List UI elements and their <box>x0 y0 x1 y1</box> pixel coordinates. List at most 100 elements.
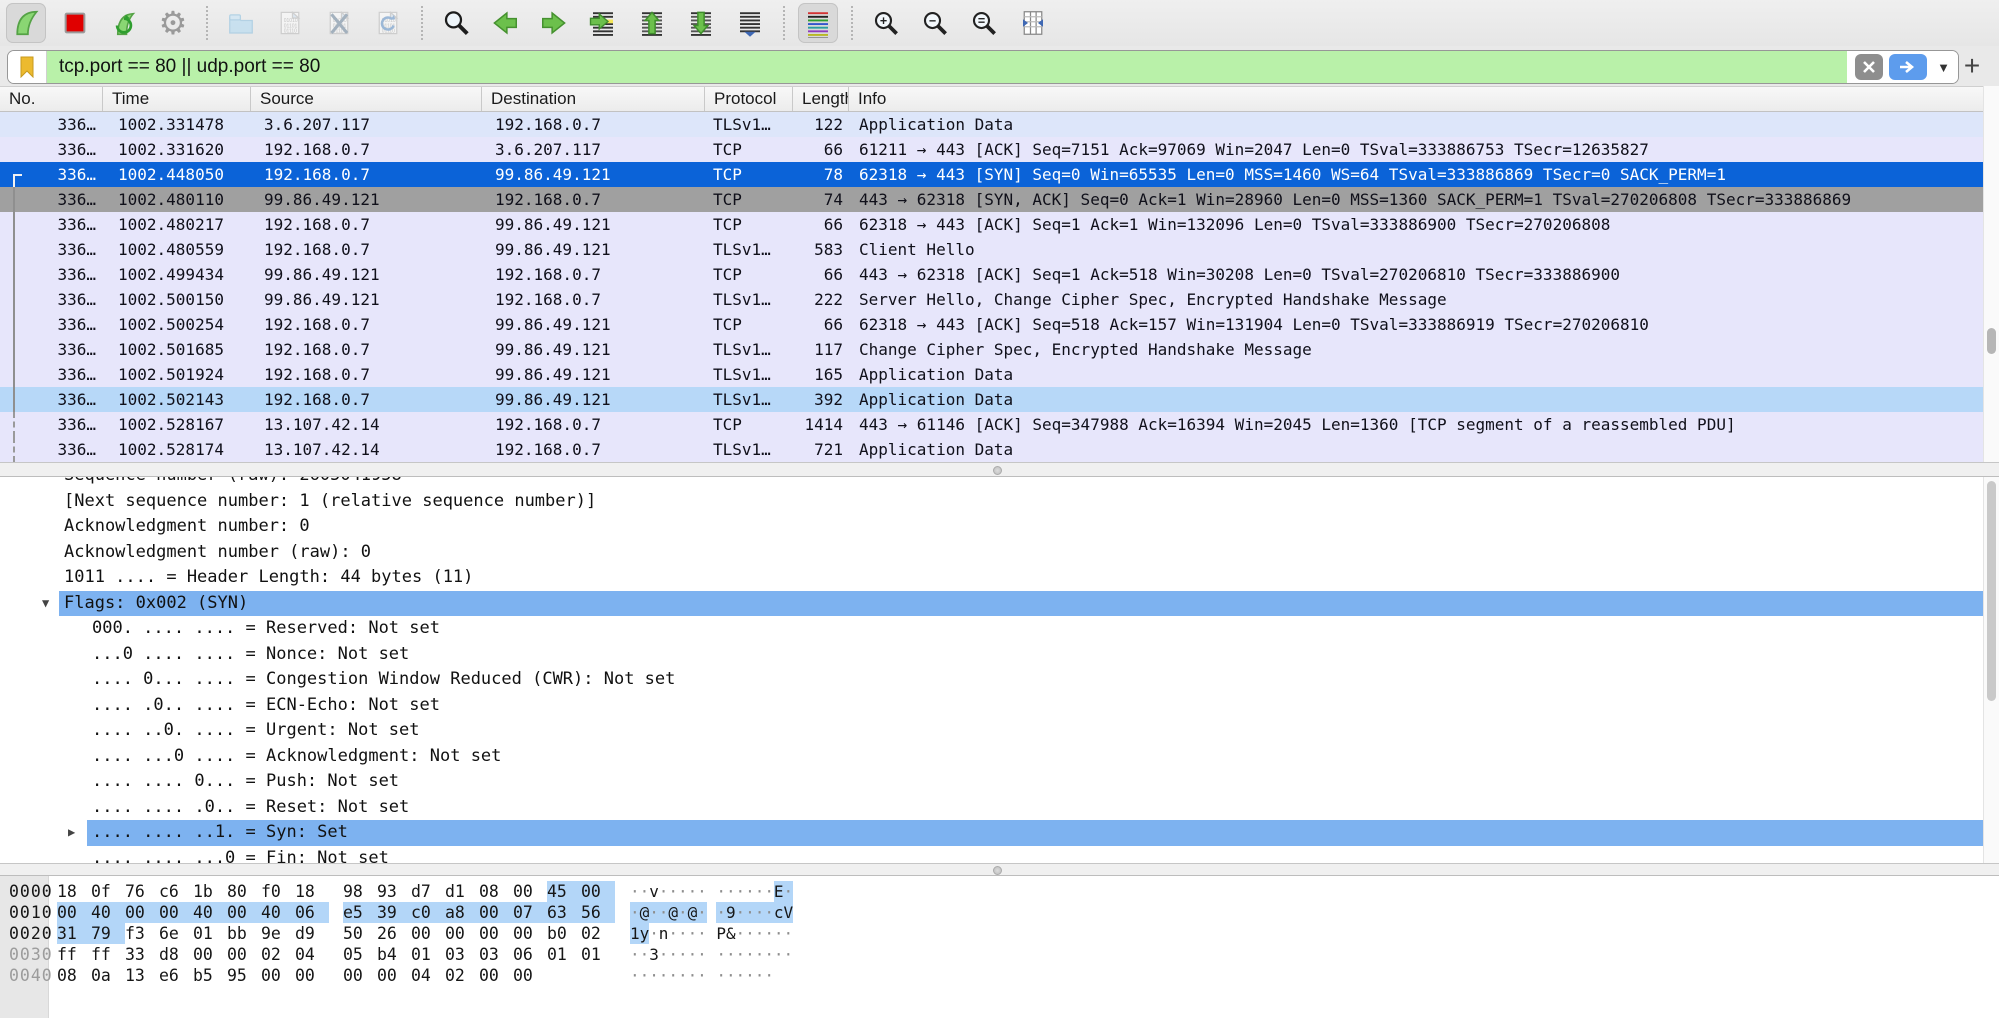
detail-row[interactable]: 000. .... .... = Reserved: Not set <box>0 616 1999 642</box>
stop-capture-icon <box>60 8 90 38</box>
detail-row[interactable]: Acknowledgment number (raw): 0 <box>0 540 1999 566</box>
detail-row[interactable]: 1011 .... = Header Length: 44 bytes (11) <box>0 565 1999 591</box>
zoom-in-button[interactable]: + <box>866 3 906 43</box>
hex-bytes[interactable]: 080a13e6b5950000 000004020000 <box>57 965 547 986</box>
filter-add-button[interactable]: + <box>1957 48 1987 84</box>
resize-columns-button[interactable] <box>1013 3 1053 43</box>
packet-cell: Server Hello, Change Cipher Spec, Encryp… <box>849 287 1999 312</box>
filter-bookmark-button[interactable] <box>8 51 47 83</box>
packet-row[interactable]: 336…1002.48011099.86.49.121192.168.0.7TC… <box>0 187 1999 212</box>
display-filter-input[interactable]: tcp.port == 80 || udp.port == 80 ▼ <box>7 50 1959 84</box>
packet-row[interactable]: 336…1002.52816713.107.42.14192.168.0.7TC… <box>0 412 1999 437</box>
expand-arrow-icon[interactable]: ▼ <box>42 591 49 617</box>
detail-row[interactable]: .... ..0. .... = Urgent: Not set <box>0 718 1999 744</box>
open-file-icon <box>226 8 256 38</box>
close-file-button[interactable]: 010100110101110 <box>319 3 359 43</box>
detail-row[interactable]: ▼Flags: 0x002 (SYN) <box>0 591 1999 617</box>
column-header-source[interactable]: Source <box>251 87 482 111</box>
packet-row[interactable]: 336…1002.501685192.168.0.799.86.49.121TL… <box>0 337 1999 362</box>
detail-row[interactable]: ▶.... .... ..1. = Syn: Set <box>0 820 1999 846</box>
packet-row[interactable]: 336…1002.448050192.168.0.799.86.49.121TC… <box>0 162 1999 187</box>
colorize-packets-button[interactable] <box>798 3 838 43</box>
packet-row[interactable]: 336…1002.52817413.107.42.14192.168.0.7TL… <box>0 437 1999 462</box>
capture-options-button[interactable]: ⚙ <box>153 3 193 43</box>
packet-row[interactable]: 336…1002.501924192.168.0.799.86.49.121TL… <box>0 362 1999 387</box>
column-header-no[interactable]: No. <box>0 87 103 111</box>
column-header-info[interactable]: Info <box>849 87 1999 111</box>
save-file-button[interactable]: 010100110101110 <box>270 3 310 43</box>
hex-offset: 0010 <box>9 902 53 923</box>
packet-row[interactable]: 336…1002.480217192.168.0.799.86.49.121TC… <box>0 212 1999 237</box>
column-header-length[interactable]: Length <box>793 87 849 111</box>
packet-row[interactable]: 336…1002.502143192.168.0.799.86.49.121TL… <box>0 387 1999 412</box>
conversation-marker-icon <box>0 287 22 312</box>
pane-splitter-top[interactable] <box>0 462 1999 477</box>
apply-filter-button[interactable] <box>1889 54 1927 80</box>
hex-offset: 0030 <box>9 944 53 965</box>
go-forward-button[interactable] <box>534 3 574 43</box>
packet-row[interactable]: 336…1002.3314783.6.207.117192.168.0.7TLS… <box>0 112 1999 137</box>
detail-text: .... .... ...0 = Fin: Not set <box>87 846 389 864</box>
detail-row[interactable]: .... .... 0... = Push: Not set <box>0 769 1999 795</box>
apply-filter-icon <box>1899 60 1917 74</box>
packet-row[interactable]: 336…1002.50015099.86.49.121192.168.0.7TL… <box>0 287 1999 312</box>
restart-capture-button[interactable] <box>104 3 144 43</box>
detail-row[interactable]: Sequence number (raw): 2605041958 <box>0 477 1999 489</box>
zoom-reset-button[interactable]: = <box>964 3 1004 43</box>
packet-list-scrollbar[interactable] <box>1983 86 1999 462</box>
zoom-out-button[interactable]: − <box>915 3 955 43</box>
column-header-destination[interactable]: Destination <box>482 87 705 111</box>
column-header-time[interactable]: Time <box>103 87 251 111</box>
scrollbar-thumb[interactable] <box>1987 328 1996 354</box>
detail-row[interactable]: .... .0.. .... = ECN-Echo: Not set <box>0 693 1999 719</box>
hex-ascii[interactable]: ·@··@·@· ·9····cV <box>630 902 793 923</box>
hex-ascii[interactable]: ··3····· ········ <box>630 944 793 965</box>
filter-expression-area[interactable]: tcp.port == 80 || udp.port == 80 <box>47 51 1847 83</box>
chevron-down-icon[interactable]: ▼ <box>1937 60 1950 75</box>
clear-filter-button[interactable] <box>1855 54 1883 80</box>
hex-bytes[interactable]: 3179f36e01bb9ed9 502600000000b002 <box>57 923 615 944</box>
hex-ascii[interactable]: ········ ······ <box>630 965 774 986</box>
packet-cell: 192.168.0.7 <box>482 437 705 462</box>
svg-text:=: = <box>978 14 985 28</box>
go-to-bottom-button[interactable] <box>681 3 721 43</box>
packet-cell: TCP <box>705 312 793 337</box>
go-to-top-button[interactable] <box>632 3 672 43</box>
detail-row[interactable]: .... .... .0.. = Reset: Not set <box>0 795 1999 821</box>
detail-row[interactable]: Acknowledgment number: 0 <box>0 514 1999 540</box>
column-header-protocol[interactable]: Protocol <box>705 87 793 111</box>
packet-row[interactable]: 336…1002.480559192.168.0.799.86.49.121TL… <box>0 237 1999 262</box>
packet-cell: 13.107.42.14 <box>251 437 482 462</box>
start-capture-button[interactable] <box>6 3 46 43</box>
hex-bytes[interactable]: 180f76c61b80f018 9893d7d108004500 <box>57 881 615 902</box>
collapse-arrow-icon[interactable]: ▶ <box>68 820 75 846</box>
go-back-button[interactable] <box>485 3 525 43</box>
find-packet-button[interactable] <box>436 3 476 43</box>
open-file-button[interactable] <box>221 3 261 43</box>
stop-capture-button[interactable] <box>55 3 95 43</box>
packet-cell: 192.168.0.7 <box>251 387 482 412</box>
packet-cell: 99.86.49.121 <box>251 262 482 287</box>
reload-file-button[interactable]: 010100110101110 <box>368 3 408 43</box>
packet-cell: 62318 → 443 [ACK] Seq=518 Ack=157 Win=13… <box>849 312 1999 337</box>
packet-row[interactable]: 336…1002.49943499.86.49.121192.168.0.7TC… <box>0 262 1999 287</box>
detail-row[interactable]: [Next sequence number: 1 (relative seque… <box>0 489 1999 515</box>
detail-row[interactable]: ...0 .... .... = Nonce: Not set <box>0 642 1999 668</box>
hex-ascii[interactable]: 1y·n···· P&······ <box>630 923 793 944</box>
hex-ascii[interactable]: ··v····· ······E· <box>630 881 793 902</box>
hex-bytes[interactable]: 0040000040004006 e539c0a800076356 <box>57 902 615 923</box>
detail-text: .... 0... .... = Congestion Window Reduc… <box>87 667 675 693</box>
go-to-packet-button[interactable] <box>583 3 623 43</box>
detail-row[interactable]: .... ...0 .... = Acknowledgment: Not set <box>0 744 1999 770</box>
packet-row[interactable]: 336…1002.500254192.168.0.799.86.49.121TC… <box>0 312 1999 337</box>
scrollbar-thumb[interactable] <box>1987 481 1996 701</box>
auto-scroll-button[interactable] <box>730 3 770 43</box>
reload-file-icon: 010100110101110 <box>373 8 403 38</box>
pane-splitter-bottom[interactable] <box>0 863 1999 876</box>
detail-row[interactable]: .... .... ...0 = Fin: Not set <box>0 846 1999 864</box>
detail-pane-scrollbar[interactable] <box>1983 477 1999 863</box>
packet-row[interactable]: 336…1002.331620192.168.0.73.6.207.117TCP… <box>0 137 1999 162</box>
hex-bytes[interactable]: ffff33d800000204 05b4010303060101 <box>57 944 615 965</box>
go-back-icon <box>490 8 520 38</box>
detail-row[interactable]: .... 0... .... = Congestion Window Reduc… <box>0 667 1999 693</box>
